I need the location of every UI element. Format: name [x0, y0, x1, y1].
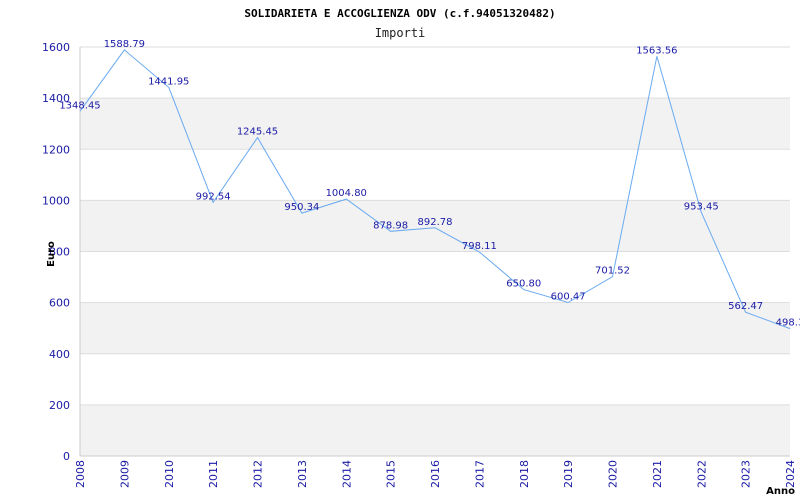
x-tick-labels: 2008 2009 2010 2011 2012 2013 2014 2015 2016 2017…	[74, 460, 797, 488]
y-tick-label: 1000	[42, 194, 70, 207]
y-tick-label: 1600	[42, 41, 70, 54]
data-label: 892.78	[418, 217, 453, 228]
plot-band	[80, 302, 790, 354]
x-tick-label: 2010	[163, 460, 176, 488]
data-label: 650.80	[506, 279, 541, 290]
x-tick-label: 2009	[118, 460, 131, 488]
x-tick-label: 2016	[429, 460, 442, 488]
y-axis-label: Euro	[46, 241, 57, 267]
data-label: 1004.80	[326, 188, 367, 199]
data-label: 950.34	[284, 202, 319, 213]
data-label: 701.52	[595, 266, 630, 277]
x-tick-label: 2018	[518, 460, 531, 488]
x-tick-label: 2019	[562, 460, 575, 488]
data-label: 992.54	[196, 191, 231, 202]
plot-band	[80, 149, 790, 201]
data-label: 953.45	[684, 201, 719, 212]
y-tick-label: 1200	[42, 143, 70, 156]
x-tick-label: 2008	[74, 460, 87, 488]
x-tick-label: 2023	[740, 460, 753, 488]
data-label: 1348.45	[59, 100, 100, 111]
chart-title: SOLIDARIETA E ACCOGLIENZA ODV (c.f.94051…	[244, 7, 555, 20]
plot-band	[80, 47, 790, 99]
data-label: 878.98	[373, 220, 408, 231]
x-tick-label: 2012	[252, 460, 265, 488]
y-tick-label: 600	[49, 297, 70, 310]
y-tick-label: 0	[63, 450, 70, 463]
line-chart: 02004006008001000120014001600 2008 2009 20…	[42, 7, 800, 497]
data-label: 1588.79	[104, 39, 145, 50]
x-tick-label: 2015	[385, 460, 398, 488]
plot-band	[80, 251, 790, 303]
x-tick-label: 2017	[473, 460, 486, 488]
plot-band	[80, 404, 790, 456]
data-label: 600.47	[551, 292, 586, 303]
data-label: 1563.56	[636, 45, 677, 56]
x-tick-label: 2024	[784, 460, 797, 488]
x-tick-label: 2022	[695, 460, 708, 488]
plot-band	[80, 98, 790, 150]
data-label: 498.3	[776, 318, 800, 329]
x-tick-label: 2013	[296, 460, 309, 488]
x-tick-label: 2014	[340, 460, 353, 488]
y-tick-label: 400	[49, 348, 70, 361]
data-label: 798.11	[462, 241, 497, 252]
x-axis-label: Anno	[766, 486, 795, 497]
y-tick-label: 200	[49, 399, 70, 412]
data-label: 1441.95	[148, 76, 189, 87]
x-tick-label: 2020	[607, 460, 620, 488]
x-tick-label: 2011	[207, 460, 220, 488]
chart-subtitle: Importi	[375, 26, 426, 40]
data-label: 562.47	[728, 301, 763, 312]
x-tick-label: 2021	[651, 460, 664, 488]
data-label: 1245.45	[237, 127, 278, 138]
plot-band	[80, 353, 790, 405]
